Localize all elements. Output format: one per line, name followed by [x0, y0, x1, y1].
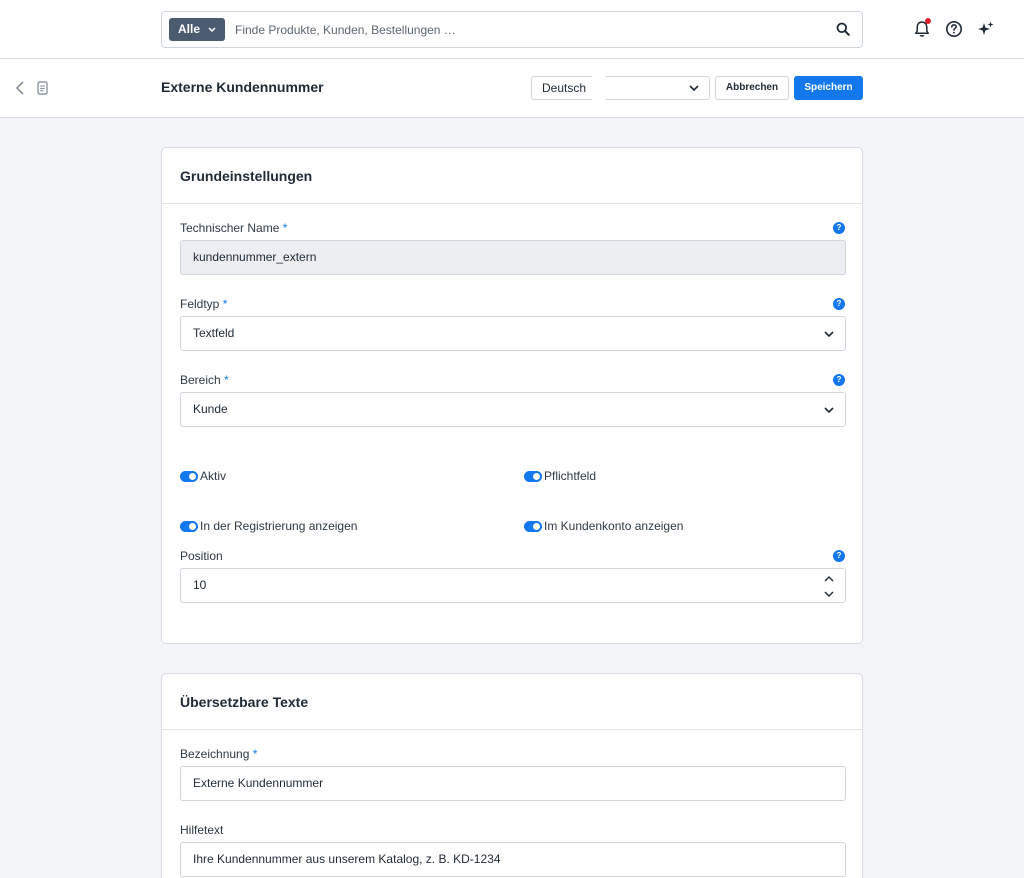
- page-title: Externe Kundennummer: [161, 79, 324, 95]
- registration-toggle[interactable]: [180, 521, 198, 532]
- label-text: Bereich: [180, 373, 221, 387]
- active-toggle-label: Aktiv: [200, 469, 227, 483]
- save-button[interactable]: Speichern: [794, 76, 863, 100]
- required-marker: *: [222, 297, 228, 311]
- chevron-up-icon[interactable]: [824, 575, 834, 583]
- basic-settings-card: Grundeinstellungen Technischer Name * ? …: [161, 147, 863, 644]
- field-type-select[interactable]: Textfeld: [180, 316, 846, 351]
- global-search: Alle: [161, 11, 863, 48]
- chevron-down-icon[interactable]: [824, 590, 834, 598]
- top-bar: Alle: [0, 0, 1024, 59]
- card-title: Übersetzbare Texte: [180, 694, 309, 710]
- account-toggle-label: Im Kundenkonto anzeigen: [544, 519, 684, 533]
- chevron-left-icon[interactable]: [13, 80, 27, 96]
- search-input[interactable]: [235, 12, 815, 47]
- active-toggle[interactable]: [180, 471, 198, 482]
- input-value: 10: [193, 578, 207, 592]
- label-text: Technischer Name: [180, 221, 280, 235]
- cancel-button[interactable]: Abbrechen: [715, 76, 789, 100]
- required-marker: *: [224, 373, 229, 387]
- help-icon[interactable]: ?: [833, 550, 845, 562]
- select-divider: [592, 75, 606, 102]
- help-icon[interactable]: ?: [833, 222, 845, 234]
- help-text-label: Hilfetext: [180, 823, 224, 837]
- label-text: Feldtyp: [180, 297, 220, 311]
- required-marker: *: [282, 221, 288, 235]
- search-icon[interactable]: [836, 22, 850, 36]
- position-input[interactable]: 10: [180, 568, 846, 603]
- label-text: Bezeichnung: [180, 747, 250, 761]
- name-label: Bezeichnung *: [180, 747, 257, 761]
- help-icon[interactable]: ?: [833, 298, 845, 310]
- document-icon[interactable]: [37, 81, 48, 95]
- action-bar: Externe Kundennummer Deutsch Abbrechen S…: [0, 59, 1024, 118]
- translatable-texts-card: Übersetzbare Texte Bezeichnung * Externe…: [161, 673, 863, 878]
- technical-name-field: kundennummer_extern: [180, 240, 846, 275]
- notification-dot: [925, 18, 931, 24]
- help-text-input[interactable]: Ihre Kundennummer aus unserem Katalog, z…: [180, 842, 846, 877]
- divider: [162, 203, 862, 204]
- sparkle-icon[interactable]: [976, 19, 996, 39]
- divider: [162, 729, 862, 730]
- field-type-label: Feldtyp *: [180, 297, 227, 311]
- required-toggle-label: Pflichtfeld: [544, 469, 597, 483]
- technical-name-label: Technischer Name *: [180, 221, 287, 235]
- language-select[interactable]: Deutsch: [531, 75, 710, 102]
- scope-label: Bereich *: [180, 373, 229, 387]
- account-toggle[interactable]: [524, 521, 542, 532]
- select-value: Textfeld: [193, 326, 235, 340]
- name-input[interactable]: Externe Kundennummer: [180, 766, 846, 801]
- notifications-button[interactable]: [912, 18, 932, 39]
- search-type-label: Alle: [178, 22, 201, 36]
- search-type-dropdown[interactable]: Alle: [169, 18, 225, 41]
- card-title: Grundeinstellungen: [180, 168, 313, 184]
- chevron-down-icon: [824, 331, 834, 338]
- select-value: Kunde: [193, 402, 228, 416]
- scope-select[interactable]: Kunde: [180, 392, 846, 427]
- chevron-down-icon: [689, 85, 699, 92]
- registration-toggle-label: In der Registrierung anzeigen: [200, 519, 358, 533]
- help-icon[interactable]: ?: [833, 374, 845, 386]
- language-value: Deutsch: [542, 81, 587, 95]
- chevron-down-icon: [824, 407, 834, 414]
- chevron-down-icon: [208, 18, 216, 50]
- required-marker: *: [252, 747, 258, 761]
- help-circle-icon[interactable]: [944, 19, 964, 39]
- required-toggle[interactable]: [524, 471, 542, 482]
- position-label: Position: [180, 549, 223, 563]
